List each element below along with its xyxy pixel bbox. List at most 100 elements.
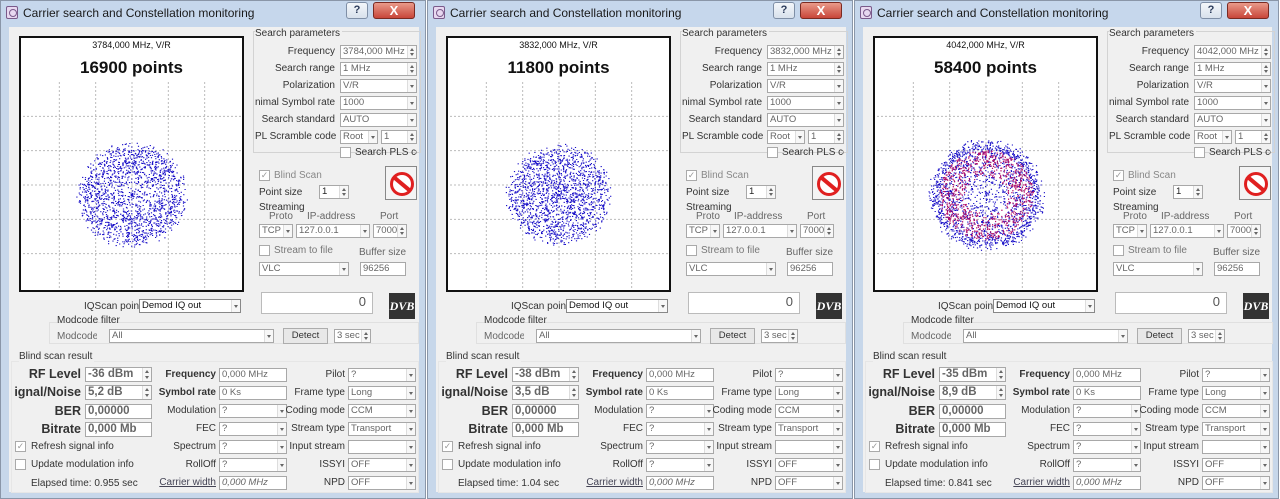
stream-type-select[interactable]: Transport (775, 422, 843, 436)
blind-scan-checkbox[interactable]: ✓ (259, 170, 270, 181)
stop-button[interactable] (812, 166, 844, 200)
npd-select[interactable]: OFF (1202, 476, 1270, 490)
polarization-select[interactable]: V/R (767, 79, 844, 93)
pilot-select[interactable]: ? (1202, 368, 1270, 382)
player-select[interactable]: VLC (1113, 262, 1203, 276)
issyi-select[interactable]: OFF (1202, 458, 1270, 472)
issyi-select[interactable]: OFF (775, 458, 843, 472)
point-size-input[interactable]: 1 (1173, 185, 1203, 199)
pl-scramble-mode-select[interactable]: Root (1194, 130, 1232, 144)
title-bar[interactable]: Carrier search and Constellation monitor… (855, 1, 1278, 27)
iqscan-point-select[interactable]: Demod IQ out (993, 299, 1095, 313)
stream-type-label: Stream type (718, 423, 772, 434)
buffer-size-input[interactable]: 96256 (787, 262, 833, 276)
close-button[interactable]: X (373, 2, 415, 19)
stop-button[interactable] (385, 166, 417, 200)
search-standard-select[interactable]: AUTO (340, 113, 417, 127)
npd-select[interactable]: OFF (348, 476, 416, 490)
symbol-rate-select[interactable]: 1000 (767, 96, 844, 110)
detect-time-input[interactable]: 3 sec (761, 329, 798, 343)
pl-scramble-mode-select[interactable]: Root (767, 130, 805, 144)
ip-address-select[interactable]: 127.0.0.1 (1150, 224, 1224, 238)
symbol-rate-select[interactable]: 1000 (1194, 96, 1271, 110)
stream-type-select[interactable]: Transport (1202, 422, 1270, 436)
point-size-input[interactable]: 1 (319, 185, 349, 199)
buffer-size-input[interactable]: 96256 (1214, 262, 1260, 276)
issyi-select[interactable]: OFF (348, 458, 416, 472)
frequency-input[interactable]: 3784,000 MHz (340, 45, 417, 59)
refresh-signal-checkbox[interactable]: ✓ (442, 441, 453, 452)
stop-button[interactable] (1239, 166, 1271, 200)
title-bar[interactable]: Carrier search and Constellation monitor… (1, 1, 425, 27)
search-range-input[interactable]: 1 MHz (340, 62, 417, 76)
pilot-select[interactable]: ? (775, 368, 843, 382)
polarization-select[interactable]: V/R (1194, 79, 1271, 93)
symbol-rate-select[interactable]: 1000 (340, 96, 417, 110)
stream-to-file-checkbox[interactable] (686, 245, 697, 256)
detect-button[interactable]: Detect (1137, 328, 1182, 344)
blind-scan-checkbox[interactable]: ✓ (1113, 170, 1124, 181)
close-button[interactable]: X (1227, 2, 1269, 19)
port-input[interactable]: 7000 (800, 224, 834, 238)
input-stream-select[interactable] (1202, 440, 1270, 454)
frequency-input[interactable]: 4042,000 MHz (1194, 45, 1271, 59)
proto-select[interactable]: TCP (686, 224, 720, 238)
proto-select[interactable]: TCP (1113, 224, 1147, 238)
ip-address-select[interactable]: 127.0.0.1 (296, 224, 370, 238)
detect-time-input[interactable]: 3 sec (1188, 329, 1225, 343)
ip-address-select[interactable]: 127.0.0.1 (723, 224, 797, 238)
update-modulation-checkbox[interactable] (442, 459, 453, 470)
buffer-size-input[interactable]: 96256 (360, 262, 406, 276)
player-select[interactable]: VLC (259, 262, 349, 276)
pilot-select[interactable]: ? (348, 368, 416, 382)
stream-type-select[interactable]: Transport (348, 422, 416, 436)
search-pls-checkbox[interactable] (340, 147, 351, 158)
search-standard-select[interactable]: AUTO (1194, 113, 1271, 127)
npd-select[interactable]: OFF (775, 476, 843, 490)
pl-scramble-value-input[interactable]: 1 (808, 130, 844, 144)
help-button[interactable]: ? (1200, 2, 1222, 19)
modcode-select[interactable]: All (536, 329, 701, 343)
frame-type-select[interactable]: Long (775, 386, 843, 400)
search-pls-checkbox[interactable] (1194, 147, 1205, 158)
iqscan-point-select[interactable]: Demod IQ out (139, 299, 241, 313)
update-modulation-checkbox[interactable] (15, 459, 26, 470)
search-pls-checkbox[interactable] (767, 147, 778, 158)
help-button[interactable]: ? (346, 2, 368, 19)
search-range-input[interactable]: 1 MHz (1194, 62, 1271, 76)
point-size-input[interactable]: 1 (746, 185, 776, 199)
stream-to-file-checkbox[interactable] (259, 245, 270, 256)
detect-button[interactable]: Detect (283, 328, 328, 344)
search-range-input[interactable]: 1 MHz (767, 62, 844, 76)
help-button[interactable]: ? (773, 2, 795, 19)
update-modulation-checkbox[interactable] (869, 459, 880, 470)
pl-scramble-mode-select[interactable]: Root (340, 130, 378, 144)
player-select[interactable]: VLC (686, 262, 776, 276)
refresh-signal-checkbox[interactable]: ✓ (15, 441, 26, 452)
frame-type-select[interactable]: Long (1202, 386, 1270, 400)
coding-mode-select[interactable]: CCM (348, 404, 416, 418)
modcode-select[interactable]: All (109, 329, 274, 343)
polarization-select[interactable]: V/R (340, 79, 417, 93)
pl-scramble-value-input[interactable]: 1 (381, 130, 417, 144)
port-input[interactable]: 7000 (373, 224, 407, 238)
refresh-signal-checkbox[interactable]: ✓ (869, 441, 880, 452)
iqscan-point-select[interactable]: Demod IQ out (566, 299, 668, 313)
blind-scan-checkbox[interactable]: ✓ (686, 170, 697, 181)
search-standard-select[interactable]: AUTO (767, 113, 844, 127)
detect-button[interactable]: Detect (710, 328, 755, 344)
input-stream-select[interactable] (348, 440, 416, 454)
input-stream-select[interactable] (775, 440, 843, 454)
coding-mode-select[interactable]: CCM (775, 404, 843, 418)
modcode-select[interactable]: All (963, 329, 1128, 343)
stream-to-file-checkbox[interactable] (1113, 245, 1124, 256)
frequency-input[interactable]: 3832,000 MHz (767, 45, 844, 59)
detect-time-input[interactable]: 3 sec (334, 329, 371, 343)
close-button[interactable]: X (800, 2, 842, 19)
coding-mode-select[interactable]: CCM (1202, 404, 1270, 418)
pl-scramble-value-input[interactable]: 1 (1235, 130, 1271, 144)
proto-select[interactable]: TCP (259, 224, 293, 238)
frame-type-select[interactable]: Long (348, 386, 416, 400)
title-bar[interactable]: Carrier search and Constellation monitor… (428, 1, 852, 27)
port-input[interactable]: 7000 (1227, 224, 1261, 238)
